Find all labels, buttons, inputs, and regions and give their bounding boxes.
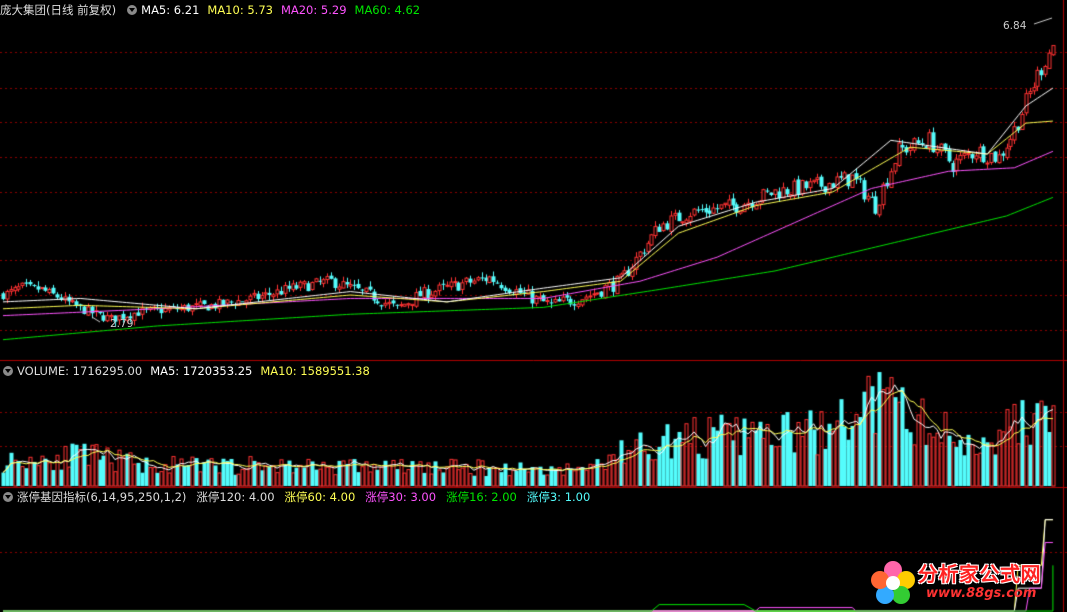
volume-header: VOLUME: 1716295.00 MA5: 1720353.25 MA10:…	[0, 362, 378, 380]
watermark-url: www.88gs.com	[926, 586, 1037, 601]
zt16-label: 涨停16: 2.00	[446, 490, 517, 504]
ma10-label: MA10: 5.73	[207, 3, 273, 17]
zt60-label: 涨停60: 4.00	[284, 490, 356, 504]
price-title: 庞大集团(日线 前复权)	[0, 3, 117, 17]
indicator-header: 涨停基因指标(6,14,95,250,1,2) 涨停120: 4.00 涨停60…	[0, 488, 600, 506]
ma5-label: MA5: 6.21	[141, 3, 200, 17]
settings-toggle-icon[interactable]	[127, 5, 138, 15]
indicator-toggle-icon[interactable]	[3, 492, 13, 502]
flower-logo-icon	[871, 561, 915, 604]
watermark-text: 分析家公式网	[918, 562, 1041, 586]
kline-chart-canvas[interactable]	[0, 0, 1067, 612]
volume-ma10-label: MA10: 1589551.38	[260, 364, 370, 378]
volume-toggle-icon[interactable]	[3, 366, 13, 376]
zt3-label: 涨停3: 1.00	[526, 490, 591, 504]
indicator-name: 涨停基因指标(6,14,95,250,1,2)	[17, 490, 187, 504]
high-price-label: 6.84	[1003, 20, 1027, 32]
ma20-label: MA20: 5.29	[280, 3, 347, 17]
volume-ma5-label: MA5: 1720353.25	[150, 364, 253, 378]
volume-value: VOLUME: 1716295.00	[17, 364, 143, 378]
watermark-logo: 分析家公式网 www.88gs.com	[868, 556, 1064, 610]
low-price-label: 2.79	[110, 318, 134, 330]
zt120-label: 涨停120: 4.00	[196, 490, 275, 504]
price-header: 庞大集团(日线 前复权) MA5: 6.21 MA10: 5.73 MA20: …	[0, 1, 428, 19]
zt30-label: 涨停30: 3.00	[365, 490, 437, 504]
ma60-label: MA60: 4.62	[354, 3, 421, 17]
